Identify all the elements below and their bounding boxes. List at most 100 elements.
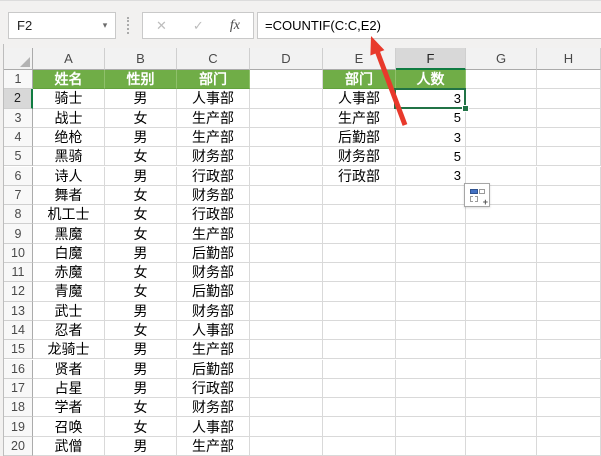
- cell-D5[interactable]: [250, 147, 323, 167]
- cell-D13[interactable]: [250, 301, 323, 321]
- cell-C20[interactable]: 生产部: [177, 436, 250, 456]
- row-header-1[interactable]: 1: [4, 70, 33, 90]
- cell-A15[interactable]: 龙骑士: [33, 340, 105, 360]
- cell-C2[interactable]: 人事部: [177, 89, 250, 109]
- cell-G17[interactable]: [466, 378, 537, 399]
- cell-H15[interactable]: [537, 340, 601, 360]
- cell-D15[interactable]: [250, 340, 323, 360]
- row-header-7[interactable]: 7: [4, 185, 33, 206]
- cell-B3[interactable]: 女: [105, 108, 177, 128]
- cell-B13[interactable]: 男: [105, 301, 177, 321]
- cell-E7[interactable]: [323, 185, 396, 206]
- cell-G8[interactable]: [466, 205, 537, 225]
- row-header-18[interactable]: 18: [4, 398, 33, 418]
- cell-H13[interactable]: [537, 301, 601, 321]
- cell-C17[interactable]: 行政部: [177, 378, 250, 399]
- cell-C11[interactable]: 财务部: [177, 263, 250, 283]
- cell-F16[interactable]: [396, 359, 466, 379]
- cell-C19[interactable]: 人事部: [177, 417, 250, 437]
- column-header-H[interactable]: H: [537, 48, 601, 70]
- cell-E14[interactable]: [323, 320, 396, 341]
- cell-D18[interactable]: [250, 398, 323, 418]
- cell-D1[interactable]: [250, 70, 323, 90]
- cell-E2[interactable]: 人事部: [323, 89, 396, 109]
- cell-G9[interactable]: [466, 224, 537, 244]
- cell-G14[interactable]: [466, 320, 537, 341]
- cell-E3[interactable]: 生产部: [323, 108, 396, 128]
- cell-B4[interactable]: 男: [105, 127, 177, 148]
- cell-E16[interactable]: [323, 359, 396, 379]
- cell-C13[interactable]: 财务部: [177, 301, 250, 321]
- cell-B20[interactable]: 男: [105, 436, 177, 456]
- row-header-15[interactable]: 15: [4, 340, 33, 360]
- cell-D9[interactable]: [250, 224, 323, 244]
- row-header-17[interactable]: 17: [4, 378, 33, 399]
- cell-F12[interactable]: [396, 282, 466, 302]
- cell-A6[interactable]: 诗人: [33, 166, 105, 186]
- cell-E11[interactable]: [323, 263, 396, 283]
- cell-B12[interactable]: 女: [105, 282, 177, 302]
- cell-A9[interactable]: 黑魔: [33, 224, 105, 244]
- cell-D19[interactable]: [250, 417, 323, 437]
- cell-H8[interactable]: [537, 205, 601, 225]
- row-header-13[interactable]: 13: [4, 301, 33, 321]
- cell-A18[interactable]: 学者: [33, 398, 105, 418]
- fill-handle[interactable]: [462, 105, 469, 112]
- row-header-5[interactable]: 5: [4, 147, 33, 167]
- column-header-B[interactable]: B: [105, 48, 177, 70]
- row-header-3[interactable]: 3: [4, 108, 33, 128]
- cell-H17[interactable]: [537, 378, 601, 399]
- cell-H1[interactable]: [537, 70, 601, 90]
- cell-E4[interactable]: 后勤部: [323, 127, 396, 148]
- cell-H19[interactable]: [537, 417, 601, 437]
- cell-C16[interactable]: 后勤部: [177, 359, 250, 379]
- cell-C18[interactable]: 财务部: [177, 398, 250, 418]
- cell-C8[interactable]: 行政部: [177, 205, 250, 225]
- cell-A1[interactable]: 姓名: [33, 70, 105, 90]
- cell-B5[interactable]: 女: [105, 147, 177, 167]
- cell-H5[interactable]: [537, 147, 601, 167]
- cell-E9[interactable]: [323, 224, 396, 244]
- cell-D8[interactable]: [250, 205, 323, 225]
- cell-E18[interactable]: [323, 398, 396, 418]
- cell-E10[interactable]: [323, 243, 396, 263]
- cell-D20[interactable]: [250, 436, 323, 456]
- cell-H11[interactable]: [537, 263, 601, 283]
- cell-E8[interactable]: [323, 205, 396, 225]
- cell-E20[interactable]: [323, 436, 396, 456]
- cell-E17[interactable]: [323, 378, 396, 399]
- cell-F11[interactable]: [396, 263, 466, 283]
- cell-F5[interactable]: 5: [396, 147, 466, 167]
- cell-C15[interactable]: 生产部: [177, 340, 250, 360]
- column-header-A[interactable]: A: [33, 48, 105, 70]
- cell-H10[interactable]: [537, 243, 601, 263]
- autofill-options-button[interactable]: +: [464, 183, 490, 207]
- column-header-E[interactable]: E: [323, 48, 396, 70]
- cell-A3[interactable]: 战士: [33, 108, 105, 128]
- cell-A2[interactable]: 骑士: [33, 89, 105, 109]
- cell-D12[interactable]: [250, 282, 323, 302]
- cell-G20[interactable]: [466, 436, 537, 456]
- cell-G1[interactable]: [466, 70, 537, 90]
- cell-D7[interactable]: [250, 185, 323, 206]
- row-header-9[interactable]: 9: [4, 224, 33, 244]
- cell-G4[interactable]: [466, 127, 537, 148]
- row-header-8[interactable]: 8: [4, 205, 33, 225]
- cell-C12[interactable]: 后勤部: [177, 282, 250, 302]
- cell-C3[interactable]: 生产部: [177, 108, 250, 128]
- cell-B6[interactable]: 男: [105, 166, 177, 186]
- cell-F15[interactable]: [396, 340, 466, 360]
- cell-E5[interactable]: 财务部: [323, 147, 396, 167]
- row-header-19[interactable]: 19: [4, 417, 33, 437]
- cell-C5[interactable]: 财务部: [177, 147, 250, 167]
- row-header-20[interactable]: 20: [4, 436, 33, 456]
- cell-F17[interactable]: [396, 378, 466, 399]
- cell-E6[interactable]: 行政部: [323, 166, 396, 186]
- cell-H9[interactable]: [537, 224, 601, 244]
- cell-F13[interactable]: [396, 301, 466, 321]
- cell-D4[interactable]: [250, 127, 323, 148]
- cell-B10[interactable]: 男: [105, 243, 177, 263]
- cell-B8[interactable]: 女: [105, 205, 177, 225]
- cell-C1[interactable]: 部门: [177, 70, 250, 90]
- cell-G11[interactable]: [466, 263, 537, 283]
